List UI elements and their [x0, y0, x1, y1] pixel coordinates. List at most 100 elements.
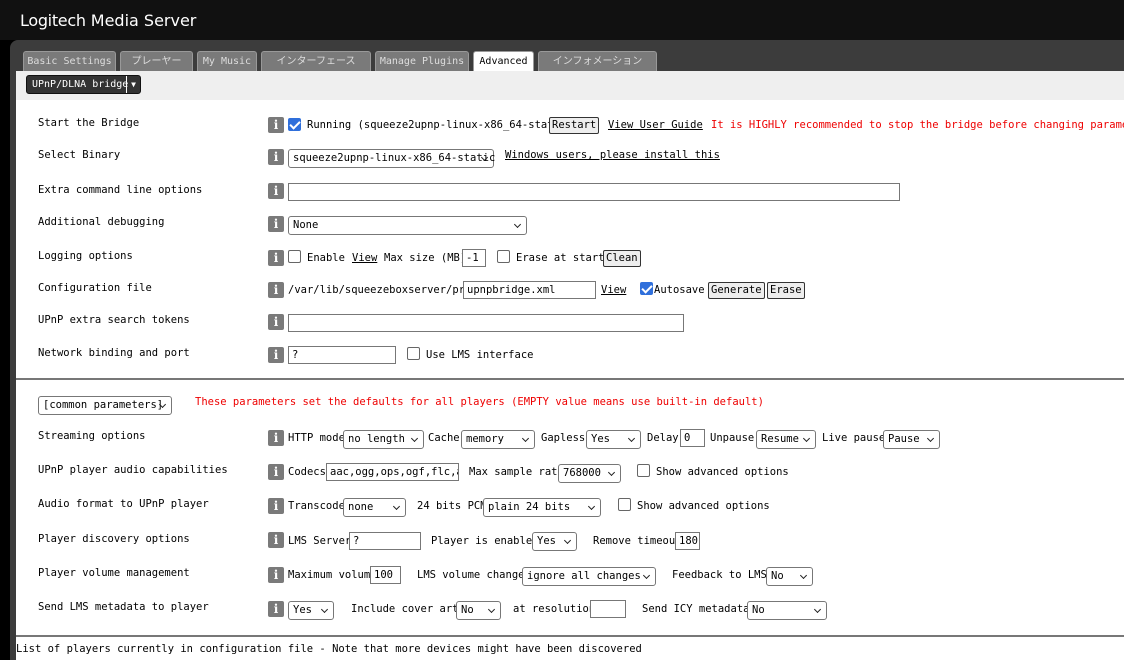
lms-server-text: LMS Server	[288, 535, 352, 547]
players-list-note: List of players currently in configurati…	[16, 643, 642, 655]
info-icon[interactable]: i	[268, 314, 284, 330]
clean-button[interactable]: Clean	[603, 250, 641, 267]
info-icon[interactable]: i	[268, 464, 284, 480]
tab-basic-settings[interactable]: Basic Settings	[23, 51, 116, 71]
lms-server-input[interactable]: ?	[349, 532, 421, 550]
resolution-text: at resolution	[513, 603, 596, 615]
max-volume-input[interactable]: 100	[370, 566, 401, 584]
info-icon[interactable]: i	[268, 183, 284, 199]
tab-information[interactable]: インフォメーション	[538, 51, 657, 71]
player-params-select[interactable]: [common parameters]	[38, 396, 172, 415]
debugging-select[interactable]: None	[288, 216, 527, 235]
info-icon[interactable]: i	[268, 117, 284, 133]
app-title: Logitech Media Server	[20, 11, 197, 30]
feedback-select[interactable]: No	[766, 567, 813, 586]
info-icon[interactable]: i	[268, 149, 284, 165]
icy-metadata-text: Send ICY metadata	[642, 603, 750, 615]
gapless-select[interactable]: Yes	[586, 430, 641, 449]
use-lms-interface-checkbox[interactable]	[407, 347, 420, 360]
config-file-input[interactable]: upnpbridge.xml	[463, 281, 596, 299]
max-sample-rate-select[interactable]: 768000	[558, 464, 621, 483]
erase-at-start-text: Erase at start	[516, 252, 605, 264]
autosave-checkbox[interactable]	[640, 282, 653, 295]
icy-metadata-select[interactable]: No	[747, 601, 827, 620]
bridge-status: Running (squeeze2upnp-linux-x86_64-stati…	[307, 119, 573, 131]
metadata-label: Send LMS metadata to player	[38, 601, 209, 613]
cache-text: Cache	[428, 432, 460, 444]
cover-art-select[interactable]: No	[456, 601, 501, 620]
network-binding-label: Network binding and port	[38, 347, 190, 359]
tab-my-music[interactable]: My Music	[197, 51, 257, 71]
player-enabled-text: Player is enabled	[431, 535, 539, 547]
erase-at-start-checkbox[interactable]	[497, 250, 510, 263]
info-icon[interactable]: i	[268, 601, 284, 617]
tab-interface[interactable]: インターフェース	[261, 51, 371, 71]
info-icon[interactable]: i	[268, 282, 284, 298]
transcode-select[interactable]: none	[343, 498, 406, 517]
use-lms-interface-text: Use LMS interface	[426, 349, 534, 361]
audio-format-advanced-checkbox[interactable]	[618, 498, 631, 511]
delay-text: Delay	[647, 432, 679, 444]
audio-caps-label: UPnP player audio capabilities	[38, 464, 228, 476]
subpage-select[interactable]: UPnP/DLNA bridge ▼	[26, 75, 141, 94]
metadata-select[interactable]: Yes	[288, 601, 334, 620]
log-view-link[interactable]: View	[352, 252, 377, 264]
defaults-note: These parameters set the defaults for al…	[195, 396, 764, 408]
restart-button[interactable]: Restart	[549, 117, 600, 134]
volume-changes-select[interactable]: ignore all changes	[522, 567, 656, 586]
codecs-input[interactable]: aac,ogg,ops,ogf,flc,alc	[326, 463, 459, 481]
volume-label: Player volume management	[38, 567, 190, 579]
start-bridge-label: Start the Bridge	[38, 117, 140, 129]
feedback-text: Feedback to LMS	[672, 569, 767, 581]
erase-button[interactable]: Erase	[767, 282, 805, 299]
audio-caps-advanced-text: Show advanced options	[656, 466, 789, 478]
audio-caps-advanced-checkbox[interactable]	[637, 464, 650, 477]
info-icon[interactable]: i	[268, 430, 284, 446]
config-file-label: Configuration file	[38, 282, 152, 294]
max-size-input[interactable]: -1	[462, 249, 486, 267]
logging-label: Logging options	[38, 250, 133, 262]
resolution-input[interactable]	[590, 600, 626, 618]
info-icon[interactable]: i	[268, 567, 284, 583]
info-icon[interactable]: i	[268, 347, 284, 363]
audio-format-label: Audio format to UPnP player	[38, 498, 209, 510]
debugging-label: Additional debugging	[38, 216, 165, 228]
divider	[16, 635, 1124, 637]
autosave-text: Autosave	[654, 284, 705, 296]
info-icon[interactable]: i	[268, 498, 284, 514]
cache-select[interactable]: memory	[461, 430, 535, 449]
search-tokens-input[interactable]	[288, 314, 684, 332]
windows-install-link[interactable]: Windows users, please install this	[505, 149, 720, 161]
user-guide-link[interactable]: View User Guide	[608, 119, 703, 131]
tab-manage-plugins[interactable]: Manage Plugins	[375, 51, 469, 71]
transcode-text: Transcode	[288, 500, 345, 512]
network-binding-input[interactable]: ?	[288, 346, 396, 364]
remove-timeout-input[interactable]: 180	[675, 532, 700, 550]
tab-advanced[interactable]: Advanced	[473, 51, 534, 72]
streaming-label: Streaming options	[38, 430, 146, 442]
pcm-select[interactable]: plain 24 bits	[483, 498, 601, 517]
config-view-link[interactable]: View	[601, 284, 626, 296]
info-icon[interactable]: i	[268, 216, 284, 232]
info-icon[interactable]: i	[268, 532, 284, 548]
logging-enable-checkbox[interactable]	[288, 250, 301, 263]
max-volume-text: Maximum volume	[288, 569, 377, 581]
extra-options-input[interactable]	[288, 183, 900, 201]
player-enabled-select[interactable]: Yes	[532, 532, 577, 551]
binary-select[interactable]: squeeze2upnp-linux-x86_64-static	[288, 149, 495, 168]
max-size-text: Max size (MB)	[384, 252, 467, 264]
volume-changes-text: LMS volume changes	[417, 569, 531, 581]
tab-players[interactable]: プレーヤー	[120, 51, 193, 71]
http-mode-select[interactable]: no length	[343, 430, 424, 449]
unpause-select[interactable]: Resume	[756, 430, 816, 449]
generate-button[interactable]: Generate	[708, 282, 765, 299]
start-bridge-checkbox[interactable]	[288, 118, 301, 131]
pcm-text: 24 bits PCM	[417, 500, 487, 512]
select-binary-label: Select Binary	[38, 149, 121, 161]
live-pause-select[interactable]: Pause	[883, 430, 940, 449]
info-icon[interactable]: i	[268, 250, 284, 266]
cover-art-text: Include cover art	[351, 603, 459, 615]
audio-format-advanced-text: Show advanced options	[637, 500, 770, 512]
delay-input[interactable]: 0	[680, 429, 705, 447]
extra-options-label: Extra command line options	[38, 184, 203, 196]
